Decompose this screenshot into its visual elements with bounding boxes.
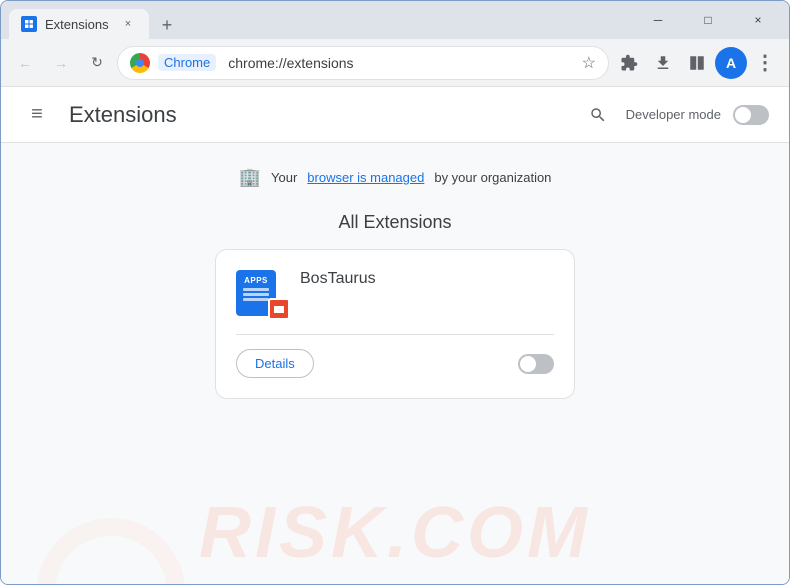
managed-text-suffix: by your organization xyxy=(434,170,551,185)
icon-line-3 xyxy=(243,298,269,301)
tab-close-button[interactable]: × xyxy=(119,15,137,33)
chrome-label: Chrome xyxy=(158,54,216,71)
extension-card: APPS BosTaurus D xyxy=(215,249,575,399)
minimize-button[interactable]: ─ xyxy=(635,4,681,36)
extension-icon-overlay xyxy=(268,298,290,320)
title-bar: Extensions × + ─ □ × xyxy=(1,1,789,39)
all-extensions-label: All Extensions xyxy=(21,212,769,233)
new-tab-button[interactable]: + xyxy=(153,11,181,39)
hamburger-menu-icon[interactable]: ≡ xyxy=(21,99,53,131)
page-content: RISK.COM ≡ Extensions Developer mode 🏢 Y… xyxy=(1,87,789,584)
apps-label: APPS xyxy=(244,276,268,285)
close-button[interactable]: × xyxy=(735,4,781,36)
active-tab[interactable]: Extensions × xyxy=(9,9,149,39)
icon-line-2 xyxy=(243,293,269,296)
building-icon: 🏢 xyxy=(239,167,261,188)
icon-line-1 xyxy=(243,288,269,291)
tab-area: Extensions × + xyxy=(9,1,635,39)
page-title: Extensions xyxy=(69,102,566,128)
profile-button[interactable]: A xyxy=(715,47,747,79)
extension-card-top: APPS BosTaurus xyxy=(236,270,554,318)
extensions-icon[interactable] xyxy=(613,47,645,79)
developer-mode-toggle[interactable] xyxy=(733,105,769,125)
forward-button[interactable]: → xyxy=(45,47,77,79)
extension-name: BosTaurus xyxy=(300,270,376,288)
window-controls: ─ □ × xyxy=(635,4,781,36)
menu-button[interactable]: ⋮ xyxy=(749,47,781,79)
url-text: chrome://extensions xyxy=(228,55,573,71)
download-icon[interactable] xyxy=(647,47,679,79)
extensions-body: 🏢 Your browser is managed by your organi… xyxy=(1,143,789,415)
managed-notice: 🏢 Your browser is managed by your organi… xyxy=(21,159,769,196)
managed-text-prefix: Your xyxy=(271,170,297,185)
extension-icon-wrap: APPS xyxy=(236,270,284,318)
url-bar[interactable]: Chrome chrome://extensions ☆ xyxy=(117,46,609,80)
chrome-logo-icon xyxy=(130,53,150,73)
search-button[interactable] xyxy=(582,99,614,131)
details-button[interactable]: Details xyxy=(236,349,314,378)
developer-mode-label: Developer mode xyxy=(626,107,721,122)
split-screen-icon[interactable] xyxy=(681,47,713,79)
address-bar: ← → ↻ Chrome chrome://extensions ☆ A ⋮ xyxy=(1,39,789,87)
managed-link[interactable]: browser is managed xyxy=(307,170,424,185)
tab-favicon xyxy=(21,16,37,32)
extension-enable-toggle[interactable] xyxy=(518,354,554,374)
star-icon[interactable]: ☆ xyxy=(582,53,596,73)
extensions-header: ≡ Extensions Developer mode xyxy=(1,87,789,143)
reload-button[interactable]: ↻ xyxy=(81,47,113,79)
watermark-text: RISK.COM xyxy=(199,492,591,574)
icon-lines xyxy=(243,288,269,301)
browser-window: Extensions × + ─ □ × ← → ↻ Chrome chrome… xyxy=(0,0,790,585)
address-bar-icons: A ⋮ xyxy=(613,47,781,79)
maximize-button[interactable]: □ xyxy=(685,4,731,36)
watermark: RISK.COM xyxy=(1,492,789,574)
back-button[interactable]: ← xyxy=(9,47,41,79)
extension-card-bottom: Details xyxy=(236,334,554,378)
tab-label: Extensions xyxy=(45,17,109,32)
header-right: Developer mode xyxy=(582,99,769,131)
